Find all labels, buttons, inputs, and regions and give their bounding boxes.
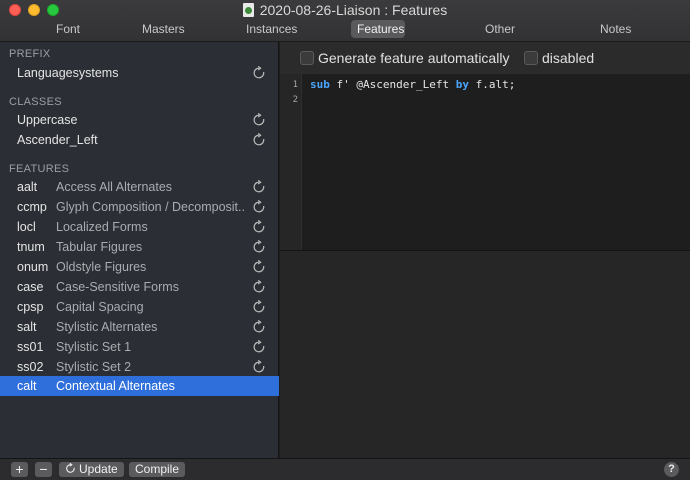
refresh-icon[interactable] — [252, 200, 266, 214]
refresh-icon[interactable] — [252, 180, 266, 194]
feature-tag: locl — [17, 220, 36, 234]
feature-name: Stylistic Alternates — [56, 320, 158, 334]
tab-instances[interactable]: Instances — [240, 20, 299, 38]
sidebar-item-ascender-left[interactable]: Ascender_Left — [0, 130, 279, 150]
sidebar-item-salt[interactable]: salt Stylistic Alternates — [0, 317, 279, 337]
feature-editor-panel: Generate feature automatically disabled … — [280, 42, 690, 458]
feature-tag: aalt — [17, 180, 38, 194]
remove-feature-button[interactable]: − — [35, 462, 52, 477]
refresh-icon[interactable] — [252, 320, 266, 334]
sidebar-item-onum[interactable]: onum Oldstyle Figures — [0, 257, 279, 277]
update-button[interactable]: Update — [59, 462, 124, 477]
code-line[interactable]: sub f' @Ascender_Left by f.alt; — [310, 78, 515, 91]
feature-tag: ss01 — [17, 340, 44, 354]
code-editor[interactable]: 1 2 sub f' @Ascender_Left by f.alt; — [280, 74, 690, 250]
keyword-by: by — [455, 78, 469, 91]
refresh-icon[interactable] — [252, 340, 266, 354]
sidebar-item-label: Uppercase — [17, 113, 78, 127]
bottom-toolbar: + − Update Compile ? — [0, 458, 690, 480]
title-bar: 2020-08-26-Liaison : Features Font Maste… — [0, 0, 690, 54]
compile-button[interactable]: Compile — [129, 462, 186, 477]
window-title: 2020-08-26-Liaison : Features — [0, 2, 690, 18]
feature-name: Capital Spacing — [56, 300, 144, 314]
sidebar-item-tnum[interactable]: tnum Tabular Figures — [0, 237, 279, 257]
refresh-icon[interactable] — [252, 360, 266, 374]
refresh-icon[interactable] — [252, 260, 266, 274]
refresh-icon[interactable] — [252, 66, 266, 80]
feature-name: Tabular Figures — [56, 240, 143, 254]
tab-other-settings[interactable]: Other Settings — [457, 20, 543, 54]
refresh-icon — [66, 462, 75, 473]
feature-tag: salt — [17, 320, 37, 334]
help-button[interactable]: ? — [664, 462, 679, 477]
code-text: f' @Ascender_Left — [329, 78, 456, 91]
tab-masters[interactable]: Masters — [136, 20, 190, 38]
generate-automatically-label[interactable]: Generate feature automatically — [318, 50, 509, 66]
feature-tag: ccmp — [17, 200, 47, 214]
refresh-icon[interactable] — [252, 280, 266, 294]
generate-automatically-checkbox[interactable] — [300, 51, 314, 65]
disabled-label[interactable]: disabled — [542, 50, 594, 66]
sidebar-item-uppercase[interactable]: Uppercase — [0, 110, 279, 130]
sidebar-item-locl[interactable]: locl Localized Forms — [0, 217, 279, 237]
section-header-features: FEATURES — [9, 163, 70, 175]
feature-tag: ss02 — [17, 360, 44, 374]
feature-tag: calt — [17, 379, 37, 393]
sidebar-item-case[interactable]: case Case-Sensitive Forms — [0, 277, 279, 297]
feature-tag: onum — [17, 260, 49, 274]
feature-sidebar: PREFIX Languagesystems CLASSES Uppercase… — [0, 42, 279, 458]
sidebar-item-ss02[interactable]: ss02 Stylistic Set 2 — [0, 357, 279, 377]
feature-name: Oldstyle Figures — [56, 260, 147, 274]
tab-notes[interactable]: Notes — [594, 20, 637, 38]
refresh-icon[interactable] — [252, 133, 266, 147]
sidebar-item-cpsp[interactable]: cpsp Capital Spacing — [0, 297, 279, 317]
window-title-text: 2020-08-26-Liaison : Features — [259, 2, 448, 18]
line-number: 2 — [292, 95, 298, 105]
section-header-classes: CLASSES — [9, 96, 62, 108]
feature-name: Localized Forms — [56, 220, 148, 234]
keyword-sub: sub — [310, 78, 330, 91]
feature-tag: tnum — [17, 240, 45, 254]
sidebar-item-languagesystems[interactable]: Languagesystems — [0, 63, 279, 83]
feature-name: Case-Sensitive Forms — [56, 280, 179, 294]
disabled-checkbox[interactable] — [524, 51, 538, 65]
feature-name: Access All Alternates — [56, 180, 173, 194]
feature-name: Glyph Composition / Decomposit... — [56, 200, 246, 214]
refresh-icon[interactable] — [252, 300, 266, 314]
line-number: 1 — [292, 80, 298, 90]
add-feature-button[interactable]: + — [11, 462, 28, 477]
sidebar-item-ss01[interactable]: ss01 Stylistic Set 1 — [0, 337, 279, 357]
refresh-icon[interactable] — [252, 240, 266, 254]
notes-area[interactable] — [280, 250, 690, 458]
tab-features[interactable]: Features — [351, 20, 405, 38]
feature-options-bar: Generate feature automatically disabled — [280, 42, 690, 74]
feature-tag: cpsp — [17, 300, 44, 314]
feature-tag: case — [17, 280, 44, 294]
feature-name: Stylistic Set 2 — [56, 360, 132, 374]
tab-font[interactable]: Font — [47, 20, 89, 38]
feature-name: Stylistic Set 1 — [56, 340, 132, 354]
line-number-gutter: 1 2 — [280, 74, 302, 250]
tab-bar: Font Masters Instances Features Other Se… — [0, 20, 690, 54]
sidebar-item-ccmp[interactable]: ccmp Glyph Composition / Decomposit... — [0, 197, 279, 217]
section-header-prefix: PREFIX — [9, 48, 51, 60]
refresh-icon[interactable] — [252, 113, 266, 127]
update-button-label: Update — [79, 462, 118, 476]
sidebar-item-label: Languagesystems — [17, 66, 119, 80]
feature-name: Contextual Alternates — [56, 379, 175, 393]
refresh-icon[interactable] — [252, 220, 266, 234]
sidebar-item-calt[interactable]: calt Contextual Alternates — [0, 376, 279, 396]
sidebar-item-label: Ascender_Left — [17, 133, 98, 147]
document-icon — [242, 3, 254, 17]
sidebar-item-aalt[interactable]: aalt Access All Alternates — [0, 177, 279, 197]
code-text: f.alt; — [468, 78, 516, 91]
